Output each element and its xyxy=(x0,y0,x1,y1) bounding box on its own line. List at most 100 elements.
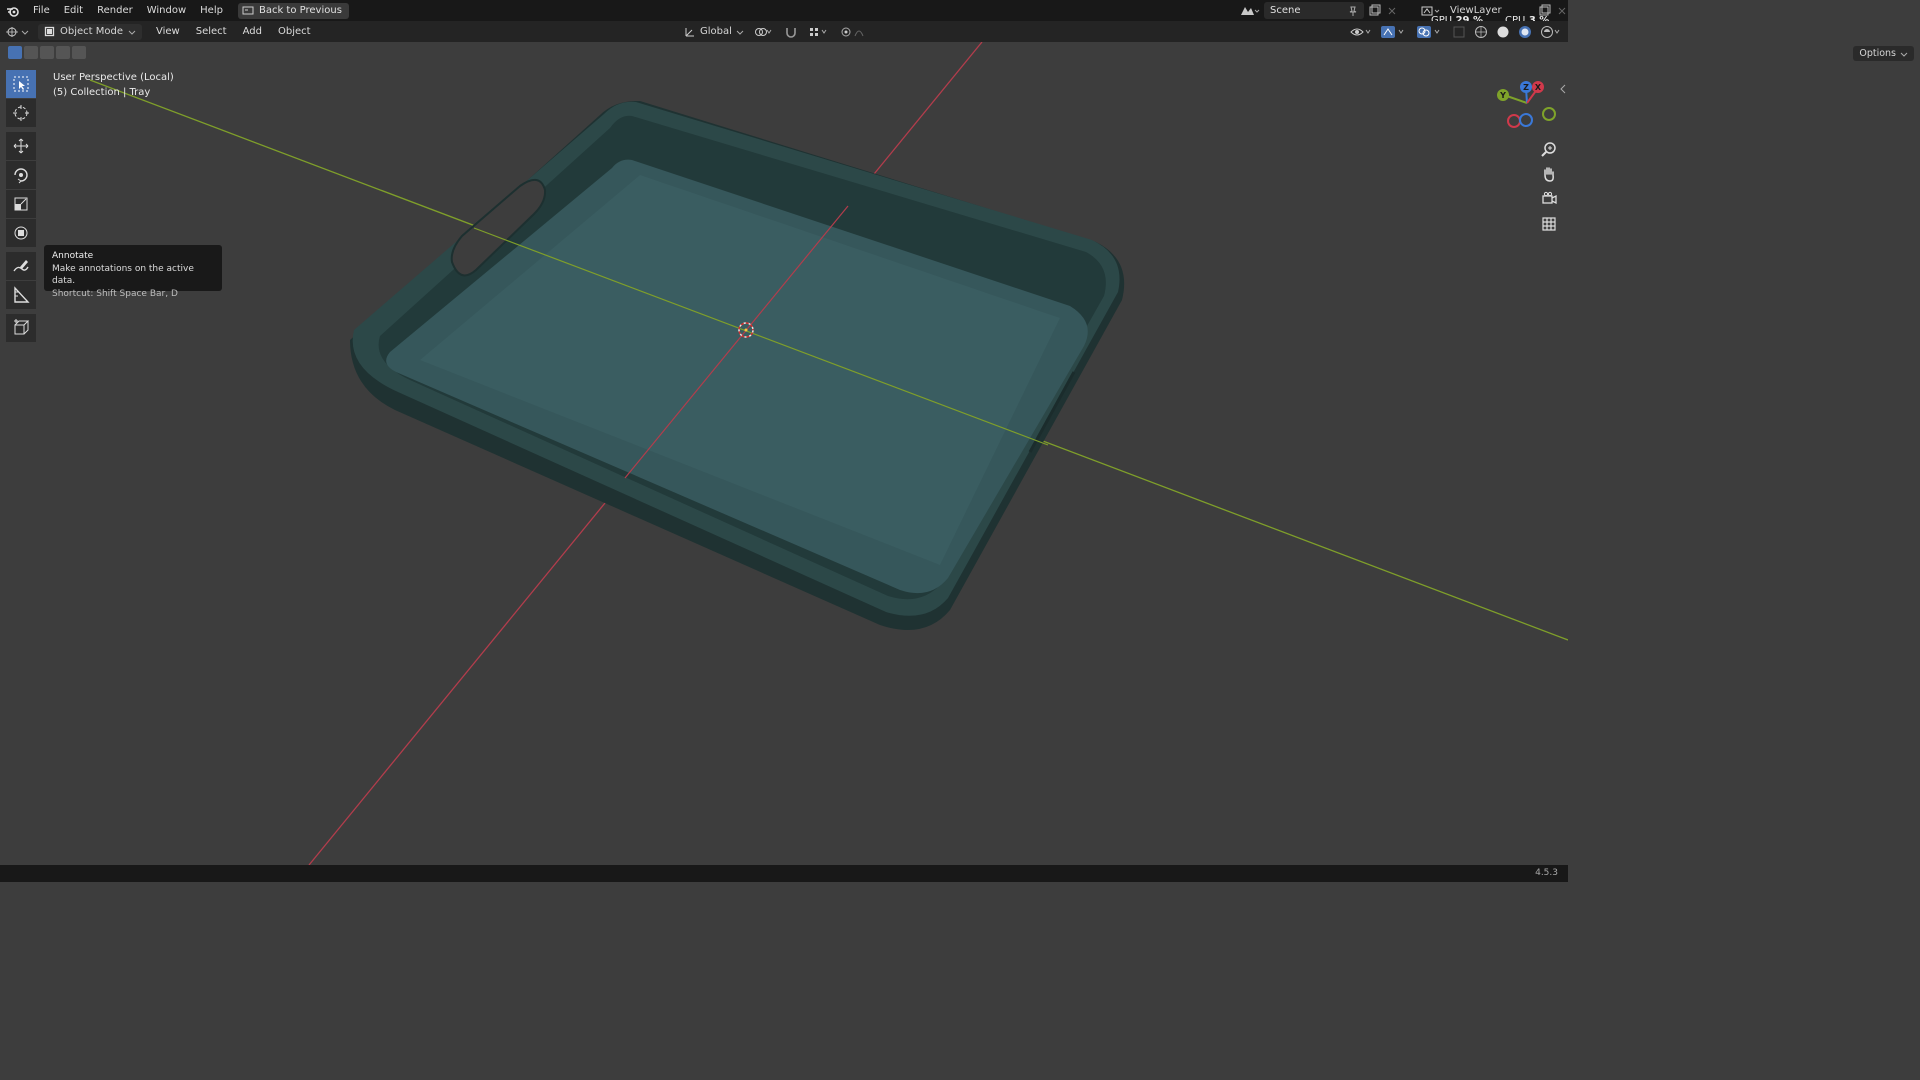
menu-view[interactable]: View xyxy=(148,26,188,37)
rotate-tool[interactable] xyxy=(6,161,36,189)
gizmo-z-axis[interactable]: Z xyxy=(1520,81,1532,93)
select-intersect-icon[interactable] xyxy=(72,46,86,59)
menu-edit[interactable]: Edit xyxy=(57,0,90,21)
select-box-tool[interactable] xyxy=(6,70,36,98)
wireframe-shading-icon[interactable] xyxy=(1474,25,1488,39)
viewport-info: User Perspective (Local) (5) Collection … xyxy=(53,70,174,100)
tooltip-title: Annotate xyxy=(52,251,94,261)
annotate-tool[interactable] xyxy=(6,252,36,280)
close-view-layer-icon[interactable] xyxy=(1556,5,1568,17)
move-icon xyxy=(13,138,29,154)
back-to-previous-label: Back to Previous xyxy=(258,5,342,16)
gizmo-neg-z[interactable] xyxy=(1519,113,1533,127)
annotate-tooltip: Annotate Make annotations on the active … xyxy=(44,245,222,299)
navigation-gizmo[interactable]: Y Z X xyxy=(1492,78,1562,128)
cursor-tool[interactable] xyxy=(6,99,36,127)
menu-help[interactable]: Help xyxy=(193,0,230,21)
object-mode-dropdown[interactable]: Object Mode xyxy=(38,23,142,40)
chevron-down-icon xyxy=(736,30,744,35)
perspective-label: User Perspective (Local) xyxy=(53,72,174,83)
gizmo-neg-y[interactable] xyxy=(1542,107,1556,121)
pan-button[interactable] xyxy=(1537,163,1561,185)
collection-label: (5) Collection | Tray xyxy=(53,87,151,98)
visibility-icon[interactable] xyxy=(1350,26,1372,38)
scale-icon xyxy=(14,197,28,211)
chevron-down-icon xyxy=(21,30,29,35)
3d-viewport[interactable] xyxy=(0,42,1568,865)
tool-shelf xyxy=(6,70,38,343)
cursor-icon xyxy=(13,105,29,121)
screen-icon xyxy=(242,6,254,14)
new-scene-icon[interactable] xyxy=(1368,4,1382,18)
object-mode-icon xyxy=(44,26,55,37)
add-cube-tool[interactable] xyxy=(6,314,36,342)
menu-object[interactable]: Object xyxy=(270,26,319,37)
select-box-icon xyxy=(13,76,29,92)
select-subtract-icon[interactable] xyxy=(40,46,54,59)
add-cube-icon xyxy=(14,319,30,335)
xray-icon[interactable] xyxy=(1452,25,1466,39)
scene-name: Scene xyxy=(1270,5,1301,16)
menu-add[interactable]: Add xyxy=(235,26,270,37)
gizmo-toggle-icon[interactable] xyxy=(1380,25,1408,39)
camera-icon xyxy=(1542,191,1557,205)
back-to-previous-button[interactable]: Back to Previous xyxy=(237,2,349,19)
pin-icon[interactable] xyxy=(1348,6,1358,16)
gizmo-x-label: X xyxy=(1535,83,1542,92)
camera-view-button[interactable] xyxy=(1537,188,1561,210)
gizmo-neg-x[interactable] xyxy=(1507,114,1521,128)
overlays-icon[interactable] xyxy=(1416,25,1444,39)
scene-canvas[interactable] xyxy=(0,42,1568,865)
move-tool[interactable] xyxy=(6,132,36,160)
top-menu-bar: File Edit Render Window Help Back to Pre… xyxy=(0,0,1568,21)
rotate-icon xyxy=(14,168,28,184)
gizmo-z-label: Z xyxy=(1523,83,1529,92)
transform-orientation-label: Global xyxy=(700,26,732,37)
tooltip-shortcut: Shortcut: Shift Space Bar, D xyxy=(52,288,178,299)
gizmo-y-axis[interactable]: Y xyxy=(1497,89,1509,101)
zoom-button[interactable] xyxy=(1537,138,1561,160)
scene-icon[interactable] xyxy=(1238,4,1260,18)
scene-selector[interactable]: Scene xyxy=(1264,2,1364,19)
status-bar: 4.5.3 xyxy=(0,865,1568,882)
tooltip-description: Make annotations on the active data. xyxy=(52,263,194,287)
material-shading-icon[interactable] xyxy=(1518,25,1532,39)
selection-mode-buttons xyxy=(8,46,86,59)
transform-orientation-dropdown[interactable]: Global xyxy=(684,26,744,38)
zoom-icon xyxy=(1541,142,1556,157)
menu-select[interactable]: Select xyxy=(188,26,235,37)
measure-tool[interactable] xyxy=(6,281,36,309)
viewport-display-tools xyxy=(1350,21,1562,42)
select-new-icon[interactable] xyxy=(8,46,22,59)
chevron-down-icon xyxy=(128,30,136,35)
gizmo-y-label: Y xyxy=(1499,91,1506,100)
version-label: 4.5.3 xyxy=(1535,868,1558,878)
blender-logo-icon[interactable] xyxy=(0,5,26,17)
transform-tool[interactable] xyxy=(6,219,36,247)
gizmo-x-axis[interactable]: X xyxy=(1532,81,1544,93)
select-invert-icon[interactable] xyxy=(56,46,70,59)
chevron-down-icon xyxy=(1900,52,1908,57)
scale-tool[interactable] xyxy=(6,190,36,218)
orthographic-toggle-button[interactable] xyxy=(1537,213,1561,235)
menu-window[interactable]: Window xyxy=(140,0,193,21)
solid-shading-icon[interactable] xyxy=(1496,25,1510,39)
menu-file[interactable]: File xyxy=(26,0,57,21)
tray-object[interactable] xyxy=(350,100,1125,630)
options-label: Options xyxy=(1859,48,1896,59)
hand-icon xyxy=(1544,167,1554,182)
close-scene-icon[interactable] xyxy=(1386,5,1398,17)
snap-target-icon[interactable] xyxy=(808,26,830,38)
rendered-shading-icon[interactable] xyxy=(1540,25,1562,39)
editor-type-button[interactable] xyxy=(0,26,34,38)
grid-icon xyxy=(1542,217,1556,231)
pivot-point-icon[interactable] xyxy=(754,26,774,38)
menu-render[interactable]: Render xyxy=(90,0,140,21)
orientation-icon xyxy=(685,27,694,36)
select-extend-icon[interactable] xyxy=(24,46,38,59)
measure-icon xyxy=(14,286,30,303)
transform-icon xyxy=(14,226,28,240)
options-dropdown[interactable]: Options xyxy=(1853,46,1914,61)
snap-icon[interactable] xyxy=(784,25,798,39)
proportional-edit-icon[interactable] xyxy=(840,26,870,38)
